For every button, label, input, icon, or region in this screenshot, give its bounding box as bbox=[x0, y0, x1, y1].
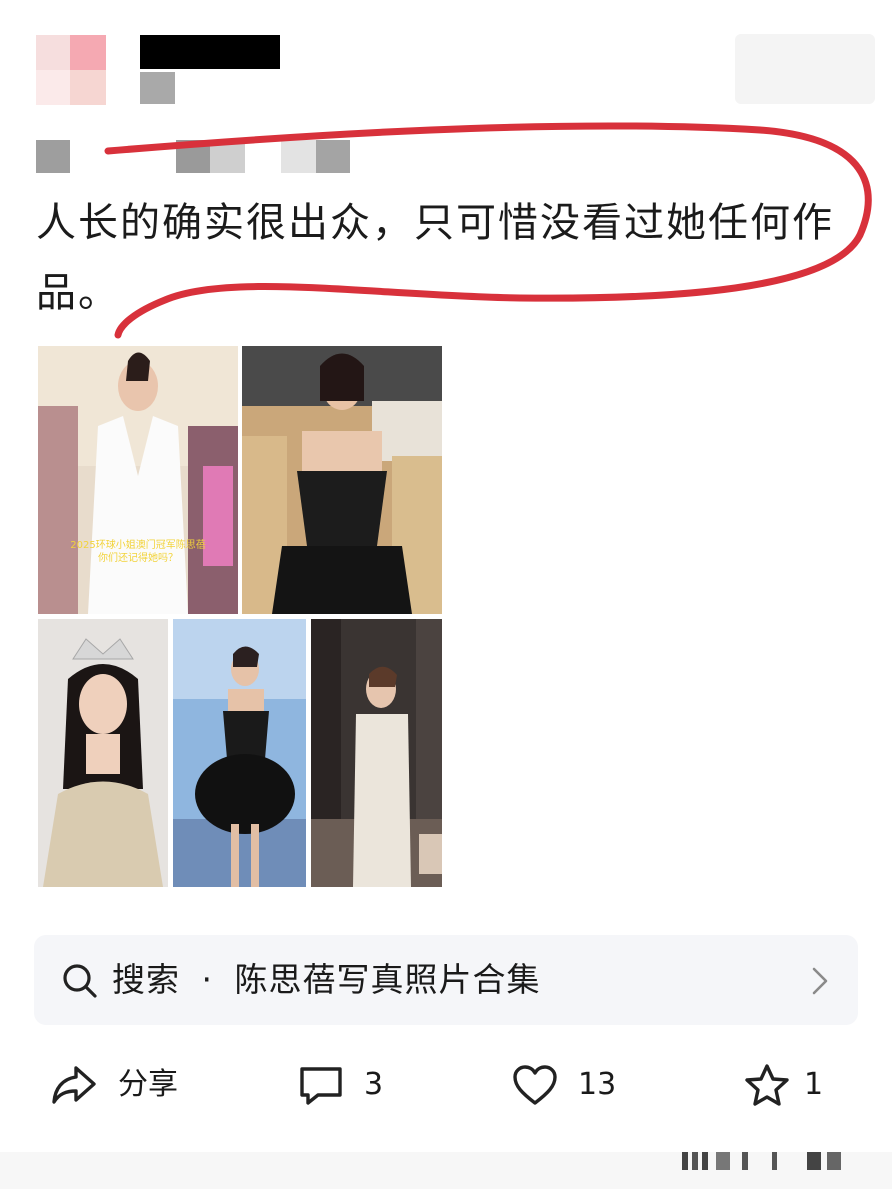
search-prefix: 搜索 bbox=[112, 960, 180, 999]
share-label: 分享 bbox=[118, 1067, 178, 1102]
search-suggestion-bar[interactable]: 搜索 · 陈思蓓写真照片合集 bbox=[34, 935, 858, 1025]
comment-count: 3 bbox=[364, 1067, 384, 1102]
photo-caption-line2: 你们还记得她吗？ bbox=[98, 551, 178, 564]
chevron-right-icon bbox=[812, 967, 828, 995]
comment-icon bbox=[300, 1067, 342, 1105]
post-text: 人长的确实很出众，只可惜没看过她任何作品。 bbox=[36, 200, 834, 316]
like-button[interactable]: 13 bbox=[512, 1060, 616, 1110]
photo-white-gown[interactable]: 2025环球小姐澳门冠军陈思蓓 你们还记得她吗？ bbox=[38, 346, 238, 614]
author-name-redacted[interactable] bbox=[140, 35, 280, 69]
meta-pixel bbox=[210, 140, 245, 173]
star-icon bbox=[745, 1064, 789, 1106]
search-separator: · bbox=[201, 960, 213, 999]
meta-pixel bbox=[281, 140, 316, 173]
search-query: 陈思蓓写真照片合集 bbox=[234, 960, 541, 999]
photo-white-blazer[interactable] bbox=[311, 619, 442, 887]
meta-pixel bbox=[36, 140, 70, 173]
watermark-blur bbox=[682, 1152, 841, 1170]
follow-button-blurred[interactable] bbox=[735, 34, 875, 104]
comment-button[interactable]: 3 bbox=[298, 1060, 383, 1110]
search-suggestion-text: 搜索 · 陈思蓓写真照片合集 bbox=[112, 957, 541, 1003]
share-button[interactable]: 分享 bbox=[50, 1060, 178, 1110]
photo-crown[interactable] bbox=[38, 619, 168, 887]
search-icon bbox=[63, 964, 97, 998]
favorite-button[interactable]: 1 bbox=[744, 1060, 823, 1110]
heart-icon bbox=[513, 1065, 557, 1105]
meta-pixel bbox=[316, 140, 350, 173]
photo-stage-ruffle[interactable] bbox=[173, 619, 306, 887]
share-icon bbox=[52, 1066, 96, 1104]
like-count: 13 bbox=[578, 1067, 617, 1102]
author-meta-redacted bbox=[140, 72, 175, 104]
photo-black-corset[interactable] bbox=[242, 346, 442, 614]
photo-caption-line1: 2025环球小姐澳门冠军陈思蓓 bbox=[70, 538, 205, 551]
favorite-count: 1 bbox=[804, 1067, 824, 1102]
post-action-bar: 分享 3 13 1 bbox=[0, 1050, 892, 1120]
meta-pixel bbox=[176, 140, 210, 173]
